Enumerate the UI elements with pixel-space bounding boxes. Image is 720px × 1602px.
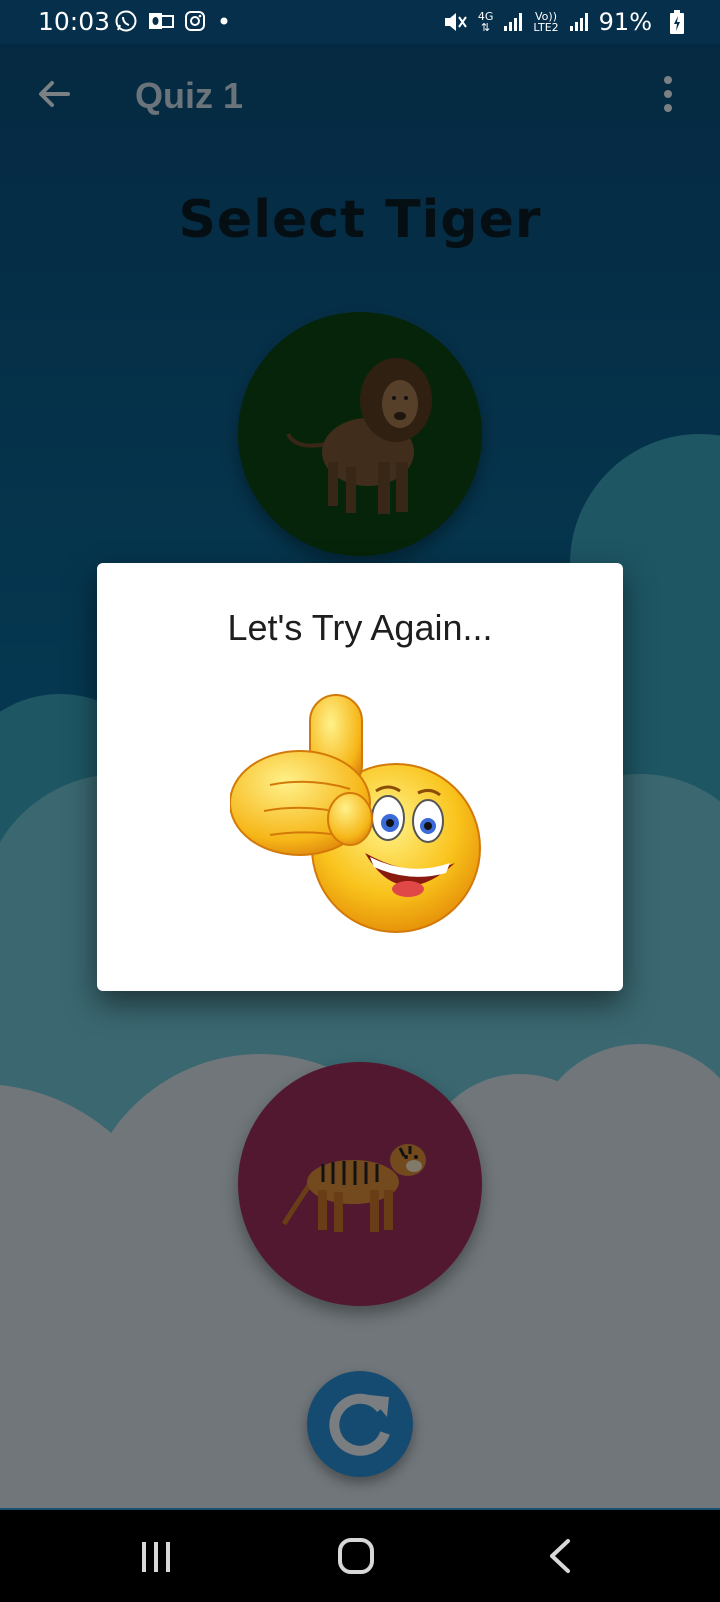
mute-icon	[444, 13, 467, 31]
instagram-icon	[185, 11, 205, 31]
home-icon[interactable]	[336, 1536, 376, 1576]
network-type: 4G	[477, 10, 494, 23]
quiz-screen: Quiz 1 Select Tiger Let's Try Again...	[0, 44, 720, 1508]
thumbs-up-emoji	[230, 694, 481, 933]
feedback-dialog: Let's Try Again...	[97, 563, 623, 991]
whatsapp-icon	[115, 10, 137, 32]
signal-icon	[504, 13, 523, 31]
outlook-icon	[149, 13, 174, 29]
lte-label: LTE2	[533, 21, 559, 34]
battery-charging-icon	[670, 10, 684, 34]
recents-icon[interactable]	[138, 1540, 174, 1574]
signal-icon-2	[569, 13, 588, 31]
dialog-title: Let's Try Again...	[227, 607, 493, 648]
battery-percent: 91%	[598, 8, 652, 36]
back-icon[interactable]	[546, 1538, 574, 1574]
status-time: 10:03	[38, 7, 111, 36]
notification-dot-icon	[220, 17, 228, 25]
status-bar: 10:03 4G ⇅ Vo)) LTE2 91%	[0, 0, 720, 44]
system-nav-bar	[0, 1508, 720, 1602]
